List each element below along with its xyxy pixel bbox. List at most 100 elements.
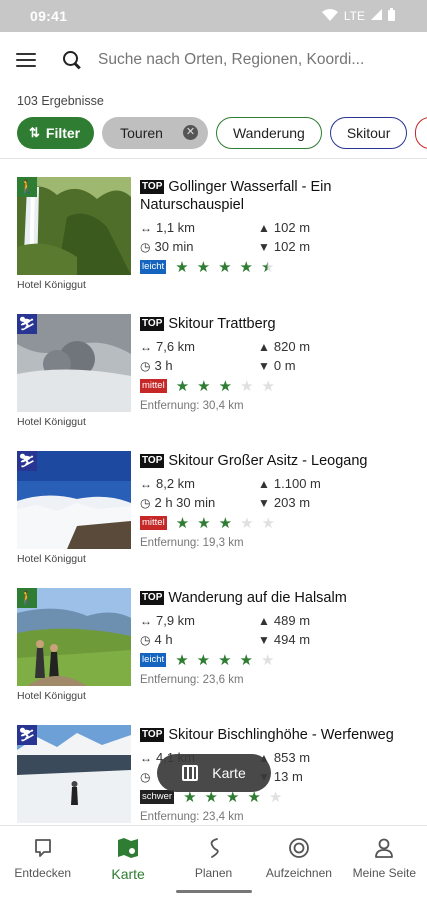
result-count: 103 Ergebnisse bbox=[17, 94, 104, 108]
bottom-navigation: Entdecken Karte Planen Aufzeichnen Meine… bbox=[0, 825, 427, 900]
nav-label: Meine Seite bbox=[352, 866, 417, 880]
tour-descent: 494 m bbox=[273, 632, 311, 647]
difficulty-badge: leicht bbox=[140, 653, 167, 667]
tour-distance: 8,2 km bbox=[156, 476, 196, 491]
star-icon: ★ bbox=[175, 378, 190, 395]
ascent-icon: ▲ bbox=[258, 614, 270, 628]
gesture-bar[interactable] bbox=[176, 890, 252, 893]
top-badge: TOP bbox=[140, 317, 165, 331]
tour-title: TOP Skitour Großer Asitz - Leogang bbox=[140, 452, 419, 470]
star-icon: ★ bbox=[261, 652, 275, 669]
close-icon[interactable]: ✕ bbox=[182, 125, 198, 140]
skitour-label: Skitour bbox=[346, 124, 391, 141]
skitour-icon: ⛷ bbox=[17, 314, 37, 334]
star-icon: ★ bbox=[197, 515, 211, 532]
network-label: LTE bbox=[343, 9, 365, 23]
nav-planen[interactable]: Planen bbox=[171, 826, 256, 900]
skitour-chip[interactable]: Skitour bbox=[329, 116, 408, 149]
tour-card[interactable]: 🚶 Hotel Königgut TOP Gollinger Wasserfall… bbox=[0, 165, 427, 302]
tour-image: 🚶 bbox=[17, 588, 131, 686]
tour-descent: 0 m bbox=[273, 358, 296, 373]
distance-icon: ↔ bbox=[140, 340, 152, 354]
tour-info: TOP Gollinger Wasserfall - Ein Naturschau… bbox=[140, 178, 419, 276]
map-view-button[interactable]: Karte bbox=[157, 754, 271, 792]
tour-entfernung: Entfernung: 23,4 km bbox=[140, 811, 244, 823]
nav-label: Planen bbox=[194, 866, 233, 880]
nav-karte[interactable]: Karte bbox=[85, 826, 170, 900]
search-input[interactable] bbox=[98, 51, 411, 69]
skitour-icon: ⛷ bbox=[17, 725, 37, 745]
wanderung-label: Wanderung bbox=[232, 124, 305, 141]
star-icon: ★ bbox=[239, 259, 253, 276]
tour-card[interactable]: ⛷ Hotel Königgut TOP Skitour Großer Asitz… bbox=[0, 439, 427, 576]
tour-source: Hotel Königgut bbox=[17, 690, 86, 702]
tour-image: ⛷ bbox=[17, 314, 131, 412]
star-icon: ★ bbox=[268, 789, 283, 806]
star-rating: ★ ★ ★ ★ ★ bbox=[175, 651, 274, 669]
tour-duration: 4 h bbox=[154, 632, 173, 647]
ascent-icon: ▲ bbox=[258, 340, 270, 354]
tour-info: TOP Wanderung auf die Halsalm ↔ 7,9 km ▲ 48… bbox=[140, 589, 419, 686]
clock-icon: ◷ bbox=[140, 240, 151, 254]
clock-icon: ◷ bbox=[140, 359, 151, 373]
tour-card[interactable]: 🚶 Hotel Königgut TOP Wanderung auf die Ha… bbox=[0, 576, 427, 713]
clock-icon: ◷ bbox=[140, 770, 151, 784]
top-badge: TOP bbox=[140, 180, 165, 194]
star-icon: ★ bbox=[175, 652, 189, 669]
star-icon: ★ bbox=[175, 515, 190, 532]
nav-label: Karte bbox=[111, 866, 145, 882]
search-icon[interactable] bbox=[62, 50, 82, 70]
distance-icon: ↔ bbox=[140, 751, 152, 765]
filter-chips: ⇅ Filter Touren ✕ Wanderung Skitour bbox=[0, 110, 427, 150]
half-star-icon: ★ bbox=[261, 259, 275, 276]
tour-source: Hotel Königgut bbox=[17, 279, 86, 291]
record-icon bbox=[287, 836, 311, 860]
star-icon: ★ bbox=[240, 515, 254, 532]
hamburger-menu-icon[interactable] bbox=[16, 53, 36, 67]
top-badge: TOP bbox=[140, 591, 165, 605]
touren-chip[interactable]: Touren ✕ bbox=[102, 116, 208, 149]
tour-image: ⛷ bbox=[17, 725, 131, 823]
star-rating: ★ ★ ★ ★ ★ bbox=[175, 258, 274, 276]
wanderung-chip[interactable]: Wanderung bbox=[215, 116, 322, 149]
tour-distance: 7,6 km bbox=[156, 339, 196, 354]
descent-icon: ▼ bbox=[258, 633, 270, 647]
hiking-icon: 🚶 bbox=[17, 177, 37, 197]
star-icon: ★ bbox=[196, 259, 211, 276]
user-icon bbox=[372, 836, 396, 860]
map-search-icon bbox=[116, 836, 140, 860]
tour-info: TOP Skitour Trattberg ↔ 7,6 km ▲ 820 m ◷ 3 h… bbox=[140, 315, 419, 412]
ascent-icon: ▲ bbox=[258, 221, 270, 235]
descent-icon: ▼ bbox=[258, 240, 270, 254]
map-icon bbox=[182, 765, 199, 781]
more-chip[interactable] bbox=[415, 116, 427, 149]
tour-title-text: Gollinger Wasserfall - Ein Naturschauspi… bbox=[140, 179, 332, 213]
tour-ascent: 853 m bbox=[273, 750, 311, 765]
tour-duration: 3 h bbox=[154, 358, 173, 373]
divider bbox=[0, 150, 427, 159]
tour-title: TOP Skitour Trattberg bbox=[140, 315, 419, 333]
wifi-icon bbox=[321, 8, 338, 24]
star-icon: ★ bbox=[196, 652, 211, 669]
tour-image: ⛷ bbox=[17, 451, 131, 549]
tour-card[interactable]: ⛷ Hotel Königgut TOP Skitour Trattberg ↔ 7… bbox=[0, 302, 427, 439]
descent-icon: ▼ bbox=[258, 496, 270, 510]
nav-meine-seite[interactable]: Meine Seite bbox=[342, 826, 427, 900]
top-badge: TOP bbox=[140, 454, 165, 468]
tour-info: TOP Skitour Großer Asitz - Leogang ↔ 8,2 k… bbox=[140, 452, 419, 549]
skitour-icon: ⛷ bbox=[17, 451, 37, 471]
nav-aufzeichnen[interactable]: Aufzeichnen bbox=[256, 826, 341, 900]
tour-descent: 102 m bbox=[273, 239, 311, 254]
star-icon: ★ bbox=[218, 378, 233, 395]
difficulty-badge: mittel bbox=[140, 379, 167, 393]
star-icon: ★ bbox=[197, 378, 211, 395]
map-view-label: Karte bbox=[212, 765, 246, 781]
filter-label: Filter bbox=[45, 124, 81, 141]
distance-icon: ↔ bbox=[140, 477, 152, 491]
tour-title: TOP Skitour Bischlinghöhe - Werfenweg bbox=[140, 726, 419, 744]
star-icon: ★ bbox=[175, 259, 189, 276]
tour-list[interactable]: 🚶 Hotel Königgut TOP Gollinger Wasserfall… bbox=[0, 165, 427, 825]
filter-button[interactable]: ⇅ Filter bbox=[17, 116, 95, 149]
descent-icon: ▼ bbox=[258, 359, 270, 373]
nav-entdecken[interactable]: Entdecken bbox=[0, 826, 85, 900]
